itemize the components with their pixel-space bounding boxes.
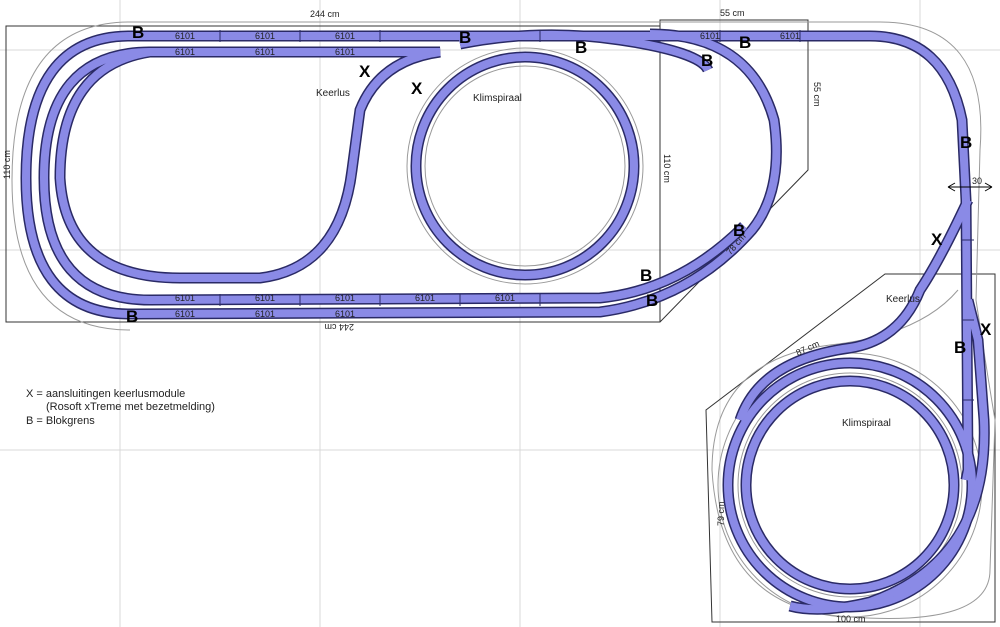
block-marker: B (954, 338, 966, 357)
track-code: 6101 (335, 293, 355, 303)
track-code: 6101 (780, 31, 800, 41)
dimension-top: 244 cm (310, 9, 340, 19)
block-marker: B (126, 307, 138, 326)
label-keerlus-lower: Keerlus (886, 294, 920, 305)
block-marker: B (733, 221, 745, 240)
legend-line-1: X = aansluitingen keerlusmodule (26, 388, 185, 400)
track-code: 6101 (175, 47, 195, 57)
connection-marker: X (931, 230, 943, 249)
tracks (20, 28, 990, 615)
block-marker: B (575, 38, 587, 57)
block-marker: B (640, 266, 652, 285)
dimension-corner-width: 55 cm (720, 8, 745, 18)
legend-line-2: (Rosoft xTreme met bezetmelding) (46, 401, 215, 413)
track-code: 6101 (255, 47, 275, 57)
block-marker: B (459, 28, 471, 47)
label-keerlus-upper: Keerlus (316, 88, 350, 99)
track-code: 6101 (415, 293, 435, 303)
label-klimspiraal-lower: Klimspiraal (842, 418, 891, 429)
block-marker: B (960, 133, 972, 152)
dimension-bottom: 244 cm (324, 322, 354, 332)
track-code: 6101 (175, 309, 195, 319)
connection-marker: X (980, 320, 992, 339)
dimension-lower-height: 79 cm (716, 501, 726, 526)
track-code: 6101 (700, 31, 720, 41)
track-code: 6101 (255, 293, 275, 303)
block-marker: B (132, 23, 144, 42)
track-code: 6101 (255, 309, 275, 319)
dimension-left: 110 cm (2, 150, 12, 179)
track-code: 6101 (335, 309, 355, 319)
width-arrow-label: 30 (972, 176, 982, 186)
connection-marker: X (359, 62, 371, 81)
track-code: 6101 (335, 31, 355, 41)
track-code: 6101 (495, 293, 515, 303)
dimension-right: 110 cm (662, 154, 672, 183)
track-plan: 6101 6101 6101 6101 6101 6101 6101 6101 … (0, 0, 1000, 627)
dimension-corner-height: 55 cm (812, 82, 822, 107)
connection-marker: X (411, 79, 423, 98)
legend-line-3: B = Blokgrens (26, 415, 95, 427)
block-marker: B (701, 51, 713, 70)
track-code: 6101 (335, 47, 355, 57)
track-code: 6101 (255, 31, 275, 41)
block-marker: B (739, 33, 751, 52)
dimension-lower-width: 100 cm (836, 614, 866, 624)
block-marker: B (646, 291, 658, 310)
ballast-outlines (11, 21, 996, 619)
label-klimspiraal-upper: Klimspiraal (473, 93, 522, 104)
track-code: 6101 (175, 31, 195, 41)
track-code: 6101 (175, 293, 195, 303)
